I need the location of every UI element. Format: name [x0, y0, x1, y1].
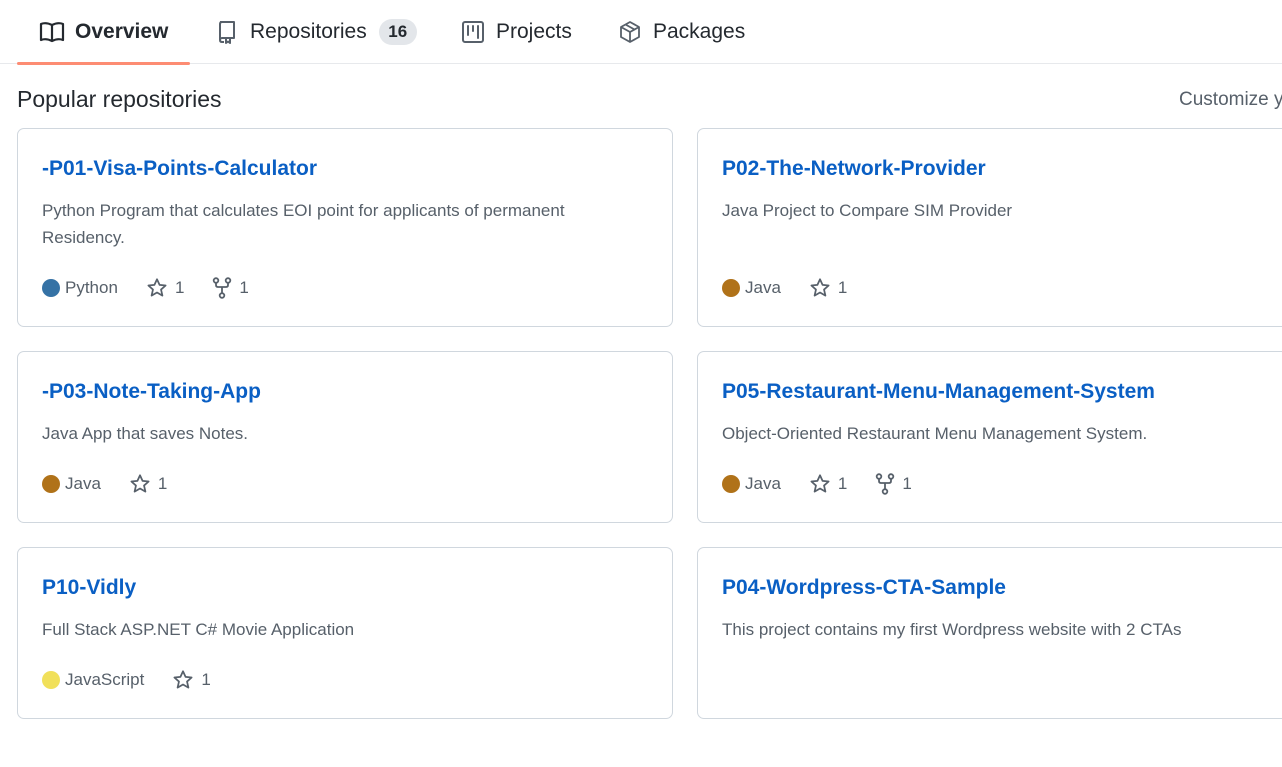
book-icon — [39, 19, 65, 45]
repo-language: JavaScript — [42, 670, 144, 690]
language-color-dot — [722, 475, 740, 493]
repo-card: P05-Restaurant-Menu-Management-System Ob… — [697, 351, 1282, 523]
repo-description: Full Stack ASP.NET C# Movie Application — [42, 620, 355, 639]
repo-language: Python — [42, 278, 118, 298]
star-icon — [810, 474, 830, 493]
repo-meta: Java 1 1 — [722, 473, 940, 495]
repo-icon — [214, 19, 240, 45]
repo-description: Python Program that calculates EOI point… — [42, 201, 565, 247]
project-icon — [460, 19, 486, 45]
star-icon — [147, 278, 167, 297]
profile-tabs: Overview Repositories 16 Projects Packag… — [0, 0, 1282, 65]
stars-link[interactable]: 1 — [146, 277, 184, 299]
repo-description: Java Project to Compare SIM Provider — [722, 201, 1013, 220]
star-icon — [810, 278, 830, 297]
tab-packages[interactable]: Packages — [617, 0, 745, 63]
repo-name-link[interactable]: P02-The-Network-Provider — [722, 157, 986, 181]
repositories-count-badge: 16 — [378, 18, 417, 45]
repo-language: Java — [42, 474, 101, 494]
tab-overview-label: Overview — [75, 19, 169, 43]
repo-card: -P03-Note-Taking-App Java App that saves… — [17, 351, 673, 523]
forks-count: 1 — [239, 278, 249, 297]
stars-count: 1 — [174, 278, 185, 297]
repo-description: Java App that saves Notes. — [42, 424, 249, 443]
stars-count: 1 — [201, 670, 211, 689]
stars-link[interactable]: 1 — [172, 669, 211, 691]
stars-link[interactable]: 1 — [809, 473, 847, 495]
language-label: Java — [745, 278, 781, 297]
language-label: Python — [65, 278, 118, 297]
forks-count: 1 — [902, 474, 912, 493]
forks-link[interactable]: 1 — [875, 473, 912, 495]
tab-repositories-label: Repositories — [250, 19, 367, 43]
star-icon — [173, 670, 193, 689]
language-label: JavaScript — [65, 670, 145, 689]
tab-projects-label: Projects — [496, 19, 572, 43]
repo-card: P04-Wordpress-CTA-Sample This project co… — [697, 547, 1282, 719]
stars-count: 1 — [837, 278, 848, 297]
repo-name-link[interactable]: P04-Wordpress-CTA-Sample — [722, 576, 1006, 600]
language-color-dot — [42, 279, 60, 297]
language-color-dot — [722, 279, 740, 297]
fork-icon — [876, 473, 895, 495]
repo-language: Java — [722, 278, 781, 298]
repo-meta: JavaScript 1 — [42, 669, 239, 691]
repo-name-link[interactable]: P05-Restaurant-Menu-Management-System — [722, 380, 1155, 404]
stars-link[interactable]: 1 — [129, 473, 167, 495]
repo-meta: Java 1 — [42, 473, 195, 495]
tab-packages-label: Packages — [653, 19, 746, 43]
language-label: Java — [745, 474, 781, 493]
tab-overview[interactable]: Overview — [17, 0, 190, 65]
star-icon — [130, 474, 150, 493]
language-label: Java — [65, 474, 101, 493]
tab-repositories[interactable]: Repositories 16 — [214, 0, 417, 63]
package-icon — [617, 19, 643, 45]
repo-meta: Python 1 1 — [42, 277, 277, 299]
repo-card: P02-The-Network-Provider Java Project to… — [697, 128, 1282, 327]
repo-description: Object-Oriented Restaurant Menu Manageme… — [722, 424, 1148, 443]
language-color-dot — [42, 671, 60, 689]
repo-name-link[interactable]: -P03-Note-Taking-App — [42, 380, 261, 404]
repo-meta: Java 1 — [722, 277, 875, 299]
tab-projects[interactable]: Projects — [460, 0, 572, 63]
stars-link[interactable]: 1 — [809, 277, 847, 299]
customize-pins-link[interactable]: Customize y — [1179, 89, 1282, 111]
repo-description: This project contains my first Wordpress… — [722, 620, 1182, 639]
forks-link[interactable]: 1 — [212, 277, 249, 299]
stars-count: 1 — [837, 474, 848, 493]
repo-name-link[interactable]: P10-Vidly — [42, 576, 136, 600]
repo-name-link[interactable]: -P01-Visa-Points-Calculator — [42, 157, 317, 181]
repo-card: -P01-Visa-Points-Calculator Python Progr… — [17, 128, 673, 327]
language-color-dot — [42, 475, 60, 493]
fork-icon — [213, 277, 232, 299]
repo-card: P10-Vidly Full Stack ASP.NET C# Movie Ap… — [17, 547, 673, 719]
popular-repositories-heading: Popular repositories — [17, 86, 222, 112]
repo-language: Java — [722, 474, 781, 494]
stars-count: 1 — [157, 474, 168, 493]
